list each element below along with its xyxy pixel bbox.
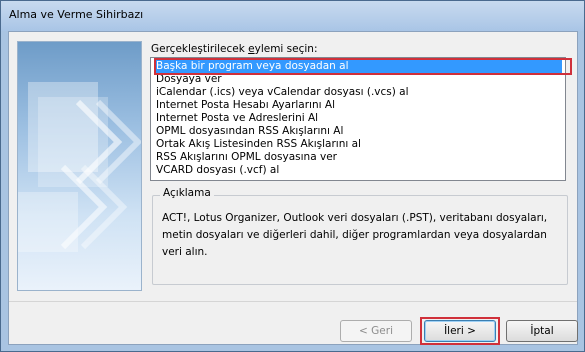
- next-button-highlight-box: [420, 317, 500, 345]
- import-export-wizard-window: Alma ve Verme Sihirbazı Gerçekleştirilec…: [0, 0, 585, 352]
- window-title: Alma ve Verme Sihirbazı: [9, 8, 144, 21]
- wizard-client-area: Gerçekleştirilecek eylemi seçin: Başka b…: [8, 31, 578, 345]
- back-button[interactable]: < Geri: [340, 320, 412, 342]
- prompt-text-part: ylemi seçin:: [254, 43, 318, 55]
- button-divider: [9, 301, 577, 302]
- list-item-import-vcard[interactable]: VCARD dosyası (.vcf) al: [154, 164, 279, 177]
- list-item-export-rss-to-opml[interactable]: RSS Akışlarını OPML dosyasına ver: [154, 151, 337, 164]
- prompt-text-part: Gerçekleştirilecek: [151, 43, 249, 55]
- list-item-import-rss-from-opml[interactable]: OPML dosyasından RSS Akışlarını Al: [154, 125, 343, 138]
- action-prompt-label: Gerçekleştirilecek eylemi seçin:: [151, 43, 318, 55]
- list-item-import-icalendar[interactable]: iCalendar (.ics) veya vCalendar dosyası …: [154, 86, 409, 99]
- title-bar[interactable]: Alma ve Verme Sihirbazı: [1, 1, 584, 31]
- selection-highlight-box: [154, 58, 572, 75]
- list-item-import-mail-and-addresses[interactable]: Internet Posta ve Adreslerini Al: [154, 112, 318, 125]
- action-listbox[interactable]: Başka bir program veya dosyadan al Dosya…: [150, 57, 566, 181]
- list-item-import-mail-account-settings[interactable]: Internet Posta Hesabı Ayarlarını Al: [154, 99, 335, 112]
- cancel-button[interactable]: İptal: [506, 320, 578, 342]
- list-item-import-rss-from-common-list[interactable]: Ortak Akış Listesinden RSS Akışlarını al: [154, 138, 361, 151]
- wizard-banner-image: [17, 41, 142, 291]
- description-text: ACT!, Lotus Organizer, Outlook veri dosy…: [162, 212, 548, 258]
- description-label: Açıklama: [160, 187, 214, 199]
